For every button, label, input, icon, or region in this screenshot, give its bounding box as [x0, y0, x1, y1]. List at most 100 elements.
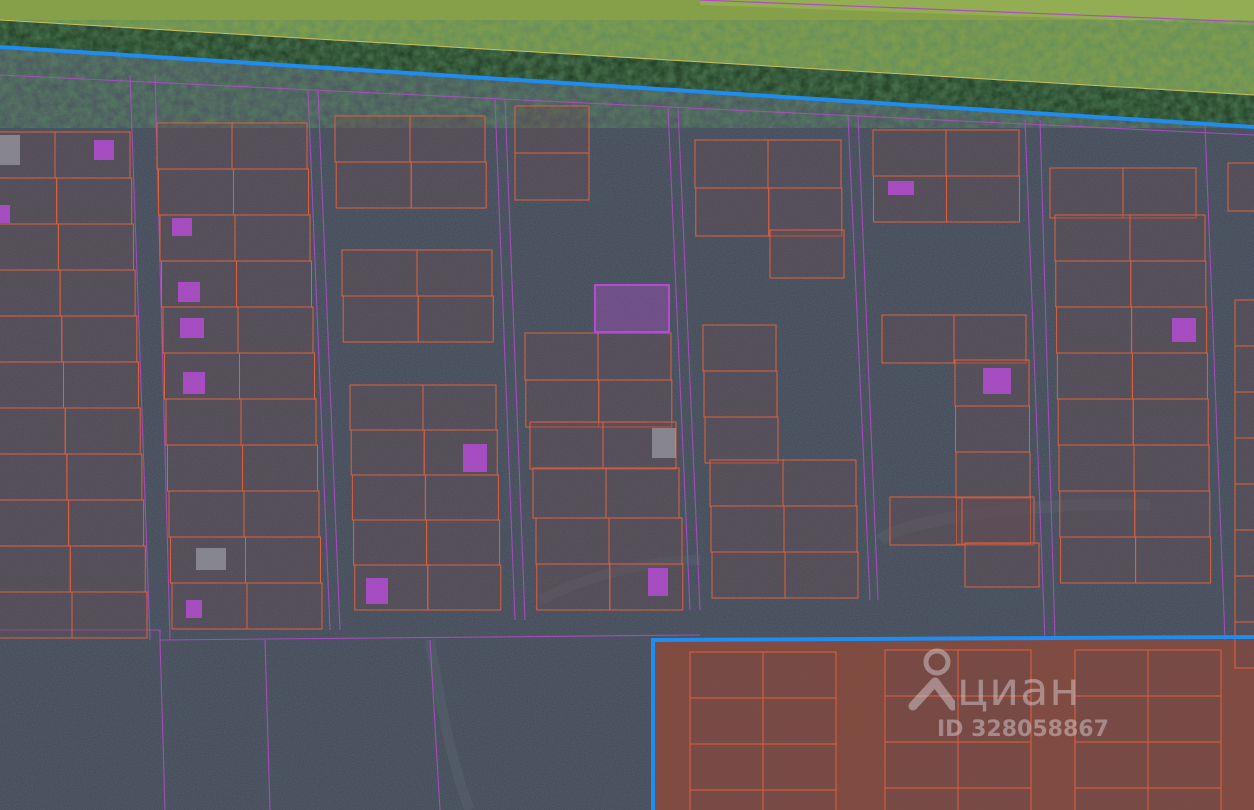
plot — [63, 361, 139, 409]
plot — [1147, 741, 1222, 789]
plot — [1131, 352, 1208, 400]
plot — [59, 269, 136, 317]
plot — [514, 152, 590, 201]
plot — [0, 269, 61, 317]
plot — [881, 314, 955, 364]
plot — [1056, 306, 1133, 354]
plot — [889, 496, 963, 546]
plot — [1135, 536, 1212, 584]
plot — [0, 315, 63, 363]
plot — [884, 695, 959, 743]
plot — [0, 545, 71, 593]
plot — [1057, 398, 1134, 446]
plot — [350, 429, 425, 476]
plot — [957, 787, 1032, 810]
plot — [0, 499, 70, 547]
plot — [0, 453, 68, 501]
building — [648, 568, 668, 596]
plot — [410, 161, 487, 209]
plot — [964, 542, 1040, 588]
plot — [872, 129, 947, 177]
plot — [709, 459, 784, 507]
plot — [0, 223, 59, 271]
building — [180, 318, 204, 338]
plot — [884, 787, 959, 810]
plot — [762, 789, 837, 810]
plot — [171, 582, 248, 630]
plot — [695, 187, 770, 237]
map-canvas[interactable] — [0, 0, 1254, 810]
plot — [1122, 167, 1197, 219]
plot — [689, 651, 764, 699]
plot — [236, 260, 312, 308]
plot — [416, 249, 493, 297]
plot — [61, 315, 138, 363]
plot — [158, 168, 234, 216]
plot — [524, 332, 599, 381]
plot — [1147, 695, 1222, 743]
plot — [1054, 214, 1131, 262]
plot — [710, 505, 785, 553]
plot — [609, 563, 684, 611]
plot — [246, 582, 323, 630]
plot — [0, 591, 73, 639]
plot — [957, 649, 1032, 697]
plot — [782, 459, 857, 507]
plot — [354, 564, 429, 611]
plot — [955, 451, 1031, 499]
plot — [0, 407, 66, 455]
plot — [349, 384, 424, 431]
plot — [784, 551, 859, 599]
highlighted-plot — [594, 284, 670, 333]
building — [463, 444, 487, 472]
plot — [1147, 649, 1222, 697]
plot — [168, 490, 245, 538]
plot — [1234, 437, 1254, 485]
plot — [598, 379, 673, 428]
plot — [1060, 536, 1137, 584]
plot — [704, 416, 779, 464]
plot — [409, 115, 486, 163]
plot — [1147, 787, 1222, 810]
plot — [884, 741, 959, 789]
plot — [762, 697, 837, 745]
cadastral-map[interactable]: циан ID 328058867 — [0, 0, 1254, 810]
plot — [1132, 398, 1209, 446]
plot — [1056, 352, 1133, 400]
plot — [532, 467, 607, 519]
plot — [1074, 649, 1149, 697]
plot — [689, 697, 764, 745]
plot — [536, 563, 611, 611]
plot — [351, 474, 426, 521]
plot — [341, 249, 418, 297]
plot — [605, 467, 680, 519]
plot — [1234, 483, 1254, 531]
plot — [233, 168, 309, 216]
plot — [1133, 444, 1210, 492]
building — [888, 181, 914, 195]
plot — [1049, 167, 1124, 219]
plot — [702, 324, 777, 372]
plot — [884, 649, 959, 697]
plot — [54, 131, 131, 179]
plot — [417, 295, 494, 343]
plot — [342, 295, 419, 343]
plot — [68, 499, 145, 547]
plot — [1074, 695, 1149, 743]
plot — [240, 398, 317, 446]
plot — [945, 129, 1020, 177]
structure — [652, 428, 676, 458]
plot — [234, 214, 311, 262]
plot — [353, 519, 428, 566]
plot — [57, 223, 134, 271]
plot — [237, 306, 314, 354]
plot — [529, 421, 604, 470]
plot — [762, 651, 837, 699]
plot — [335, 161, 412, 209]
building — [186, 600, 202, 618]
plot — [957, 741, 1032, 789]
plot — [689, 743, 764, 791]
plot — [239, 352, 315, 400]
plot — [769, 229, 845, 279]
plot — [1055, 260, 1132, 308]
